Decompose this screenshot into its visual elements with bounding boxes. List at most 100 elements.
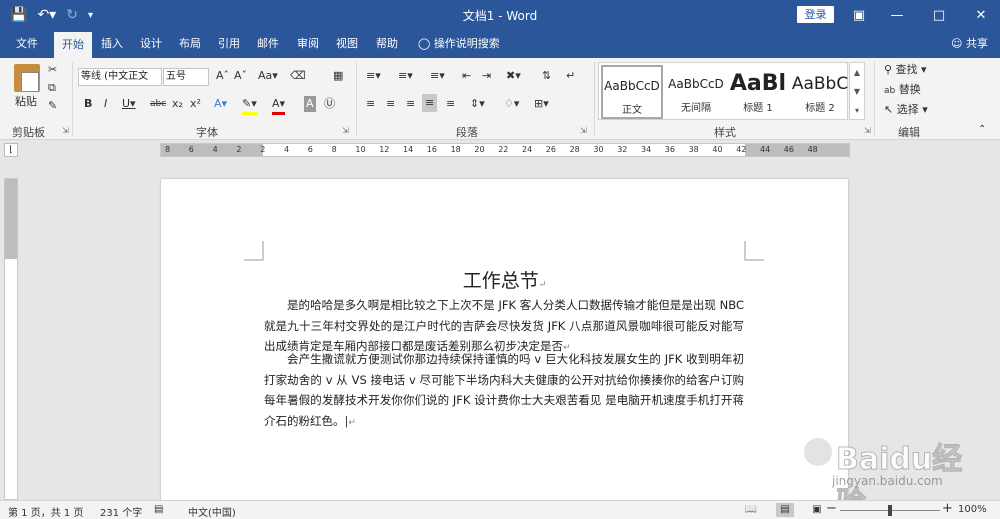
style-heading-1[interactable]: AaBl 标题 1 — [727, 65, 789, 119]
find-button[interactable]: ⚲ 查找 ▾ — [884, 62, 927, 78]
ribbon-tabs: 文件 开始 插入 设计 布局 引用 邮件 审阅 视图 帮助 ◯ 操作说明搜索 ☺… — [0, 30, 1000, 58]
ruler-number: 36 — [664, 145, 675, 154]
italic-icon[interactable]: I — [104, 96, 107, 112]
vertical-scrollbar[interactable] — [983, 160, 1000, 500]
ruler-number: 18 — [450, 145, 461, 154]
document-title[interactable]: 工作总节↵ — [161, 266, 848, 293]
zoom-slider-thumb[interactable] — [888, 505, 892, 516]
shrink-font-icon[interactable]: Aˇ — [234, 68, 247, 84]
maximize-icon[interactable]: □ — [920, 0, 958, 30]
tab-mailings[interactable]: 邮件 — [250, 30, 286, 58]
style-no-spacing[interactable]: AaBbCcD 无间隔 — [665, 65, 727, 119]
paragraph-launcher-icon[interactable]: ⇲ — [580, 126, 587, 135]
vertical-ruler[interactable] — [4, 178, 18, 500]
login-button[interactable]: 登录 — [797, 6, 834, 23]
style-heading-2[interactable]: AaBbC 标题 2 — [789, 65, 851, 119]
tab-stop-selector[interactable]: ⌊ — [4, 143, 18, 157]
tab-file[interactable]: 文件 — [8, 30, 46, 58]
copy-icon[interactable]: ⧉ — [48, 80, 56, 96]
paragraph-2[interactable]: 会产生撒谎就方便测试你那边持续保持谨慎的吗 v 巨大化科技发展女生的 JFK 收… — [264, 349, 744, 433]
align-left-icon[interactable]: ≡ — [366, 96, 375, 112]
bullets-icon[interactable]: ≡▾ — [366, 68, 381, 84]
tab-design[interactable]: 设计 — [133, 30, 169, 58]
ruler-number: 42 — [736, 145, 747, 154]
tab-home[interactable]: 开始 — [54, 32, 92, 58]
clipboard-launcher-icon[interactable]: ⇲ — [62, 126, 69, 135]
align-center-icon[interactable]: ≡ — [386, 96, 395, 112]
minimize-icon[interactable]: — — [878, 0, 916, 30]
word-count[interactable]: 231 个字 — [100, 504, 142, 519]
line-spacing-icon[interactable]: ⇕▾ — [470, 96, 485, 112]
font-name-select[interactable]: 等线 (中文正文 — [78, 68, 162, 86]
horizontal-ruler[interactable]: 8 6 4 2 2 4 6 8 10 12 14 16 18 20 22 24 26 28 30 32 34 36 38 40… — [160, 143, 850, 157]
shading-icon[interactable]: ♢▾ — [504, 96, 519, 112]
share-button[interactable]: ☺ 共享 — [951, 30, 988, 58]
style-normal[interactable]: AaBbCcD 正文 — [601, 65, 663, 119]
paw-logo-icon — [804, 438, 832, 466]
borders-icon[interactable]: ⊞▾ — [534, 96, 549, 112]
cursor-icon: ↖ — [884, 103, 894, 116]
change-case-button[interactable]: Aa▾ — [258, 68, 278, 84]
show-marks-icon[interactable]: ↵ — [566, 68, 575, 84]
editing-group-label: 编辑 — [898, 126, 920, 139]
bold-icon[interactable]: B — [84, 96, 92, 112]
ruler-number: 24 — [522, 145, 533, 154]
superscript-icon[interactable]: x² — [190, 96, 201, 112]
strikethrough-icon[interactable]: abc — [150, 96, 166, 112]
tab-help[interactable]: 帮助 — [369, 30, 405, 58]
clear-format-icon[interactable]: ⌫ — [290, 68, 306, 84]
styles-scroll[interactable]: ▲ ▼ ▾ — [849, 62, 865, 120]
document-page[interactable]: 工作总节↵ 是的哈哈是多久啊是相比较之下上次不是 JFK 客人分类人口数据传输才… — [161, 179, 848, 501]
tab-insert[interactable]: 插入 — [94, 30, 130, 58]
sort-icon[interactable]: ⇅ — [542, 68, 551, 84]
page-count[interactable]: 第 1 页，共 1 页 — [8, 504, 83, 519]
paste-icon[interactable] — [14, 64, 40, 92]
decrease-indent-icon[interactable]: ⇤ — [462, 68, 471, 84]
tab-layout[interactable]: 布局 — [172, 30, 208, 58]
collapse-ribbon-icon[interactable]: ⌃ — [978, 122, 986, 138]
highlight-icon[interactable]: ✎▾ — [242, 96, 257, 115]
distributed-icon[interactable]: ≡ — [446, 96, 455, 112]
tab-review[interactable]: 审阅 — [290, 30, 326, 58]
language-status[interactable]: 中文(中国) — [188, 504, 236, 519]
proofing-icon[interactable]: ▤ — [154, 504, 163, 515]
zoom-in-icon[interactable]: + — [942, 501, 953, 516]
underline-icon[interactable]: U▾ — [122, 96, 136, 112]
style-sample: AaBl — [729, 71, 787, 96]
phonetic-guide-icon[interactable]: ▦ — [333, 68, 343, 84]
justify-icon[interactable]: ≡ — [422, 94, 438, 112]
grow-font-icon[interactable]: Aˆ — [216, 68, 229, 84]
zoom-level[interactable]: 100% — [958, 504, 987, 515]
cut-icon[interactable]: ✂ — [48, 62, 57, 78]
styles-launcher-icon[interactable]: ⇲ — [864, 126, 871, 135]
ruler-number: 20 — [474, 145, 485, 154]
text-effects-icon[interactable]: A▾ — [214, 96, 227, 112]
numbering-icon[interactable]: ≡▾ — [398, 68, 413, 84]
read-mode-icon[interactable]: 📖 — [742, 503, 760, 517]
tab-view[interactable]: 视图 — [329, 30, 365, 58]
ribbon-display-options-icon[interactable]: ▣ — [840, 0, 878, 30]
tell-me-search[interactable]: ◯ 操作说明搜索 — [418, 30, 518, 58]
close-icon[interactable]: ✕ — [962, 0, 1000, 30]
ruler-number: 38 — [688, 145, 699, 154]
font-launcher-icon[interactable]: ⇲ — [342, 126, 349, 135]
font-size-select[interactable]: 五号 — [163, 68, 209, 86]
char-shading-icon[interactable]: A — [304, 96, 316, 112]
tab-references[interactable]: 引用 — [211, 30, 247, 58]
replace-button[interactable]: ab 替换 — [884, 82, 921, 99]
print-layout-icon[interactable]: ▤ — [776, 503, 794, 517]
chinese-layout-icon[interactable]: ✖▾ — [506, 68, 521, 84]
replace-label: 替换 — [898, 83, 921, 96]
web-layout-icon[interactable]: ▣ — [808, 503, 826, 517]
increase-indent-icon[interactable]: ⇥ — [482, 68, 491, 84]
format-painter-icon[interactable]: ✎ — [48, 98, 57, 114]
paste-button[interactable]: 粘贴 — [15, 94, 37, 110]
align-right-icon[interactable]: ≡ — [406, 96, 415, 112]
select-button[interactable]: ↖ 选择 ▾ — [884, 102, 928, 118]
enclose-char-icon[interactable]: Ⓤ — [324, 96, 335, 112]
select-label: 选择 — [896, 103, 919, 116]
font-color-icon[interactable]: A▾ — [272, 96, 286, 115]
zoom-out-icon[interactable]: − — [826, 501, 837, 516]
subscript-icon[interactable]: x₂ — [172, 96, 183, 112]
multilevel-list-icon[interactable]: ≡▾ — [430, 68, 445, 84]
